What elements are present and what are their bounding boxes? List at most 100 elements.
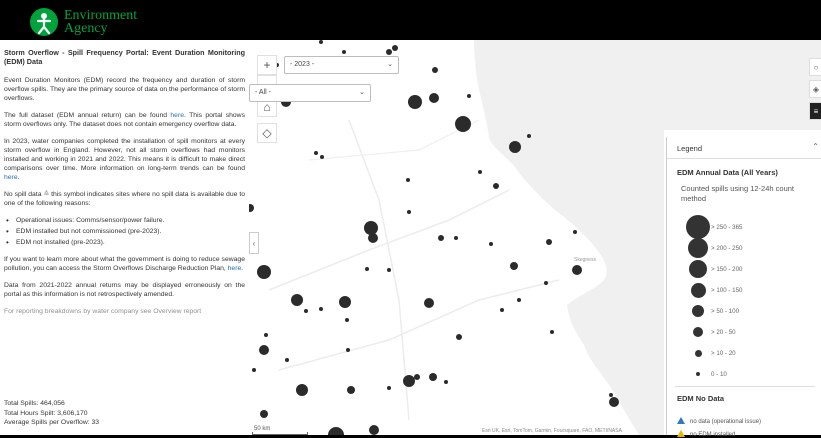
layers-button[interactable]: ◈ bbox=[809, 80, 821, 98]
overflow-point[interactable] bbox=[347, 386, 355, 394]
overflow-point[interactable] bbox=[489, 242, 493, 246]
chevron-down-icon: ⌄ bbox=[359, 89, 365, 96]
overflow-point[interactable] bbox=[387, 268, 391, 272]
overflow-point[interactable] bbox=[432, 67, 438, 73]
average-spills: Average Spills per Overflow: 33 bbox=[4, 419, 100, 426]
locate-button[interactable]: ◇ bbox=[257, 123, 277, 143]
overflow-point[interactable] bbox=[429, 93, 439, 103]
overflow-point[interactable] bbox=[493, 183, 499, 189]
dataset-text: The full dataset (EDM annual return) can… bbox=[4, 112, 171, 119]
overflow-point[interactable] bbox=[314, 151, 318, 155]
legend-panel: Legend ⌃ EDM Annual Data (All Years) Cou… bbox=[666, 137, 821, 438]
home-icon: ⌂ bbox=[263, 100, 271, 114]
nodata-label: no data (operational issue) bbox=[690, 419, 762, 425]
legend-title: EDM Annual Data (All Years) bbox=[677, 168, 778, 177]
blue-triangle-icon bbox=[677, 417, 685, 424]
overflow-point[interactable] bbox=[406, 178, 410, 182]
road bbox=[278, 279, 560, 371]
overflow-point[interactable] bbox=[517, 298, 521, 302]
overflow-point[interactable] bbox=[342, 50, 346, 54]
overflow-point[interactable] bbox=[572, 265, 582, 275]
overflow-point[interactable] bbox=[365, 267, 369, 271]
overflow-point[interactable] bbox=[510, 262, 518, 270]
overflow-point[interactable] bbox=[320, 155, 324, 159]
overflow-point[interactable] bbox=[408, 95, 422, 109]
disclaimer-paragraph: Data from 2021-2022 annual returns may b… bbox=[4, 282, 245, 298]
overflow-point[interactable] bbox=[328, 427, 344, 435]
overflow-point[interactable] bbox=[456, 334, 462, 340]
panel-content[interactable]: Storm Overflow - Spill Frequency Portal:… bbox=[0, 40, 249, 394]
dataset-link[interactable]: here bbox=[170, 112, 184, 119]
legend-header-title: Legend bbox=[677, 144, 703, 153]
no-spill-paragraph: No spill data ≙ this symbol indicates si… bbox=[4, 190, 245, 208]
overflow-point[interactable] bbox=[609, 393, 613, 397]
overflow-point[interactable] bbox=[319, 40, 323, 44]
overflow-point[interactable] bbox=[264, 333, 268, 337]
reason-item: Operational issues: Comms/sensor/power f… bbox=[4, 216, 245, 225]
map-attribution[interactable]: Esri UK, Esri, TomTom, Garmin, Foursquar… bbox=[482, 428, 662, 434]
legend-class-label: > 200 - 250 bbox=[711, 245, 743, 252]
overflow-point[interactable] bbox=[252, 368, 256, 372]
overflow-point[interactable] bbox=[500, 308, 504, 312]
overflow-point[interactable] bbox=[478, 170, 482, 174]
overflow-point[interactable] bbox=[467, 94, 471, 98]
overflow-point[interactable] bbox=[319, 307, 323, 311]
road bbox=[268, 189, 510, 291]
overflow-point[interactable] bbox=[260, 410, 268, 418]
overflow-point[interactable] bbox=[455, 116, 471, 132]
nodata-item: no EDM installed bbox=[677, 430, 735, 438]
reduction-plan-link[interactable]: here bbox=[228, 265, 242, 272]
yellow-triangle-icon bbox=[677, 430, 685, 437]
zoom-in-button[interactable]: + bbox=[257, 55, 277, 75]
overflow-point[interactable] bbox=[414, 374, 420, 380]
overflow-point[interactable] bbox=[285, 358, 289, 362]
overflow-point[interactable] bbox=[407, 210, 411, 214]
overflow-point[interactable] bbox=[339, 296, 351, 308]
collapse-panel-button[interactable]: ‹ bbox=[249, 232, 259, 254]
year-filter-select[interactable]: - 2023 - ⌄ bbox=[284, 56, 399, 74]
overflow-point[interactable] bbox=[291, 294, 303, 306]
reduction-text: If you want to learn more about what the… bbox=[4, 256, 245, 272]
overflow-point[interactable] bbox=[424, 298, 434, 308]
logo[interactable]: Environment Agency bbox=[30, 8, 137, 36]
overflow-point[interactable] bbox=[429, 373, 437, 381]
overflow-point[interactable] bbox=[438, 235, 444, 241]
overflow-point[interactable] bbox=[509, 141, 521, 153]
legend-header: Legend ⌃ bbox=[667, 137, 821, 159]
overflow-point[interactable] bbox=[387, 386, 391, 390]
overflow-point[interactable] bbox=[257, 265, 271, 279]
overflow-point[interactable] bbox=[386, 49, 392, 55]
company-filter-select[interactable]: - All - ⌄ bbox=[249, 84, 371, 102]
legend-collapse-icon[interactable]: ⌃ bbox=[812, 142, 819, 151]
legend-size-dot bbox=[693, 327, 703, 337]
trends-link[interactable]: here bbox=[4, 174, 18, 181]
overflow-point[interactable] bbox=[444, 380, 448, 384]
monitors-paragraph: In 2023, water companies completed the i… bbox=[4, 137, 245, 182]
overflow-point[interactable] bbox=[544, 281, 548, 285]
legend-size-dot bbox=[688, 238, 708, 258]
overflow-point[interactable] bbox=[345, 318, 349, 322]
place-label-skegness: Skegness bbox=[574, 257, 596, 263]
overflow-point[interactable] bbox=[403, 375, 415, 387]
overflow-point[interactable] bbox=[392, 45, 398, 51]
overflow-point[interactable] bbox=[550, 330, 554, 334]
side-panel: Storm Overflow - Spill Frequency Portal:… bbox=[0, 40, 249, 435]
overflow-point[interactable] bbox=[364, 221, 378, 235]
overflow-point[interactable] bbox=[346, 348, 350, 352]
overflow-point[interactable] bbox=[368, 233, 378, 243]
overflow-point[interactable] bbox=[546, 239, 552, 245]
legend-toggle-button[interactable]: ≡ bbox=[809, 102, 821, 120]
total-hours: Total Hours Spilt: 3,606,170 bbox=[4, 409, 88, 417]
overflow-point[interactable] bbox=[296, 384, 308, 396]
overflow-point[interactable] bbox=[259, 345, 269, 355]
overflow-point[interactable] bbox=[454, 236, 458, 240]
overflow-point[interactable] bbox=[369, 425, 379, 435]
legend-size-dot bbox=[689, 260, 707, 278]
overflow-point[interactable] bbox=[249, 204, 254, 212]
search-button[interactable]: ○ bbox=[809, 58, 821, 76]
overflow-point[interactable] bbox=[573, 230, 577, 234]
overflow-point[interactable] bbox=[609, 397, 619, 407]
overflow-point[interactable] bbox=[304, 309, 308, 313]
overflow-point[interactable] bbox=[527, 134, 531, 138]
legend-class-row: > 20 - 50 bbox=[667, 322, 821, 342]
